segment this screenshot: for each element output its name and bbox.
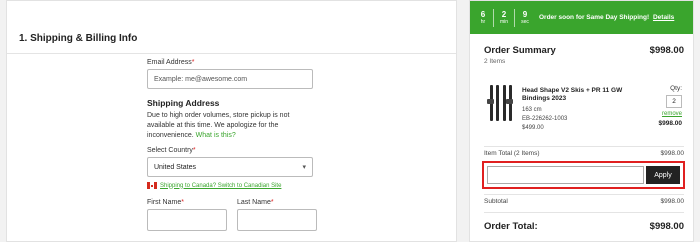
section-title: 1. Shipping & Billing Info: [19, 33, 138, 44]
shipping-countdown-banner: 6 hr 2 min 9 sec Order soon for Same Day Sh…: [470, 1, 693, 34]
subtotal-label: Subtotal: [484, 198, 508, 205]
email-field[interactable]: Example: me@awesome.com: [147, 69, 313, 89]
same-day-shipping-message: Order soon for Same Day Shipping! Detail…: [539, 14, 675, 21]
order-total-label: Order Total:: [484, 221, 538, 232]
last-name-label: Last Name*: [237, 199, 274, 206]
order-total-value: $998.00: [649, 221, 684, 232]
item-total-label: Item Total (2 Items): [484, 150, 540, 157]
order-summary-panel: 6 hr 2 min 9 sec Order soon for Same Day Sh…: [469, 0, 694, 242]
last-name-field[interactable]: [237, 209, 317, 231]
what-is-this-link[interactable]: What is this?: [196, 132, 236, 139]
apply-button[interactable]: Apply: [646, 166, 680, 184]
subtotal-value: $998.00: [660, 198, 685, 205]
section-divider: [7, 53, 456, 54]
item-total-row: Item Total (2 Items) $998.00: [484, 150, 684, 157]
product-sku: EB-226262-1003: [522, 116, 568, 122]
shipping-billing-panel: 1. Shipping & Billing Info Email Address…: [6, 0, 457, 242]
countdown-divider: [514, 8, 515, 27]
promo-code-input[interactable]: [487, 166, 644, 184]
first-name-field[interactable]: [147, 209, 227, 231]
name-fields: First Name* Last Name*: [147, 199, 317, 231]
ski-product-image: [486, 85, 516, 121]
remove-link[interactable]: remove: [662, 111, 682, 117]
canada-site-link[interactable]: Shipping to Canada? Switch to Canadian S…: [160, 183, 281, 189]
quantity-input[interactable]: 2: [666, 95, 682, 108]
pickup-notice: Due to high order volumes, store pickup …: [147, 112, 290, 139]
countdown-minutes: 2 min: [499, 10, 509, 25]
shipping-address-heading: Shipping Address: [147, 98, 220, 108]
line-total: $998.00: [658, 120, 683, 127]
countdown-seconds: 9 sec: [521, 10, 529, 25]
shipping-form: Email Address* Example: me@awesome.com S…: [147, 59, 317, 231]
summary-header: Order Summary $998.00: [484, 45, 684, 56]
email-label: Email Address*: [147, 59, 195, 66]
checkout-page: 1. Shipping & Billing Info Email Address…: [0, 0, 700, 242]
chevron-down-icon: ▾: [302, 164, 306, 171]
cart-item: Head Shape V2 Skis + PR 11 GW Bindings 2…: [484, 83, 684, 143]
countdown-hours: 6 hr: [480, 10, 486, 25]
order-total-row: Order Total: $998.00: [484, 221, 684, 232]
country-value: United States: [154, 163, 197, 171]
last-name-group: Last Name*: [237, 199, 317, 231]
details-link[interactable]: Details: [653, 14, 674, 21]
product-name[interactable]: Head Shape V2 Skis + PR 11 GW Bindings 2…: [522, 87, 642, 103]
divider: [484, 194, 684, 195]
product-size: 163 cm: [522, 107, 542, 113]
first-name-group: First Name*: [147, 199, 227, 231]
summary-title: Order Summary: [484, 45, 556, 56]
item-total-value: $998.00: [660, 150, 685, 157]
subtotal-row: Subtotal $998.00: [484, 198, 684, 205]
qty-label: Qty:: [670, 85, 682, 92]
items-count: 2 Items: [484, 58, 506, 65]
promo-code-form: Apply: [482, 161, 685, 189]
country-select[interactable]: United States ▾: [147, 157, 313, 177]
canada-flag-icon: [147, 182, 157, 189]
product-unit-price: $499.00: [522, 125, 544, 131]
canada-switch: Shipping to Canada? Switch to Canadian S…: [147, 182, 317, 189]
first-name-label: First Name*: [147, 199, 184, 206]
divider: [484, 212, 684, 213]
country-label: Select Country*: [147, 147, 196, 154]
email-placeholder: Example: me@awesome.com: [154, 75, 248, 83]
divider: [484, 146, 684, 147]
countdown-divider: [493, 8, 494, 27]
summary-total: $998.00: [649, 45, 684, 56]
